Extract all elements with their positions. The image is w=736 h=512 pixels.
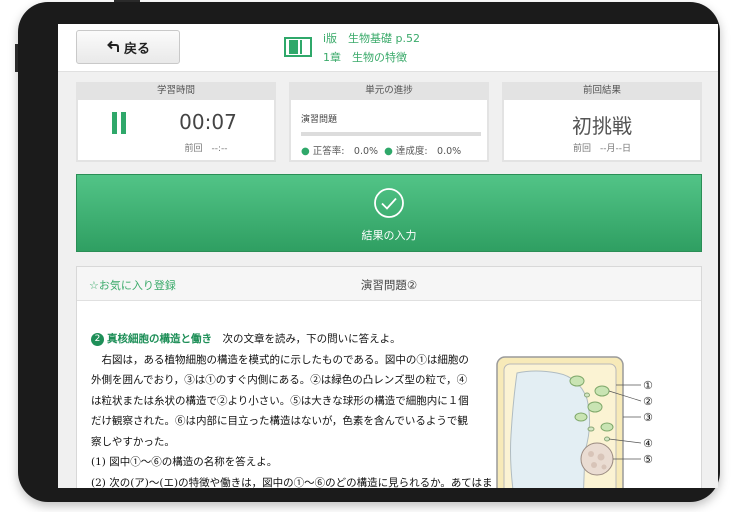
figure-label: ③ (643, 411, 653, 424)
problem-heading-line: 2 真核細胞の構造と働き 次の文章を読み，下の問いに答えよ。 (91, 329, 491, 350)
book-edition-page: ⅰ版 生物基礎 p.52 (323, 32, 421, 45)
app-screen: 戻る ⅰ版 生物基礎 p.52 1章 生物の特徴 学習時間 00:07 前回 -… (58, 24, 718, 488)
book-chapter: 1章 生物の特徴 (323, 51, 407, 64)
bullet-dot-icon: ● (384, 146, 393, 157)
figure-label: ① (643, 379, 653, 392)
pause-icon[interactable] (112, 112, 126, 134)
check-circle-icon (374, 188, 404, 218)
problem-line: は粒状または糸状の構造で②より小さい。⑤は大きな球形の構造で細胞内に１個 (91, 394, 469, 407)
book-info[interactable]: ⅰ版 生物基礎 p.52 1章 生物の特徴 (323, 29, 420, 67)
problem-number-badge: 2 (91, 333, 104, 346)
power-button (114, 0, 140, 2)
problem-text: 2 真核細胞の構造と働き 次の文章を読み，下の問いに答えよ。 右図は，ある植物細胞… (91, 329, 493, 489)
enter-result-button[interactable]: 結果の入力 (76, 174, 702, 252)
problem-title: 演習問題② (360, 278, 418, 292)
progress-stats: ● 正答率: 0.0% ● 達成度: 0.0% (301, 143, 461, 157)
back-button[interactable]: 戻る (76, 30, 180, 64)
problem-line: 察しやすかった。 (91, 435, 175, 448)
stats-row: 学習時間 00:07 前回 --:-- 単元の進捗 演習問題 ● 正答率: 0.0… (76, 82, 702, 162)
figure-label: ⑤ (643, 453, 653, 466)
header-bar: 戻る ⅰ版 生物基礎 p.52 1章 生物の特徴 (58, 24, 718, 72)
completion-rate: 達成度: 0.0% (395, 146, 462, 157)
problem-line: 右図は，ある植物細胞の構造を模式的に示したものである。図中の①は細胞の (91, 353, 469, 366)
figure-label: ② (643, 395, 653, 408)
problem-line: 外側を囲んでおり，③は①のすぐ内側にある。②は緑色の凸レンズ型の粒で，④ (91, 374, 468, 386)
bullet-dot-icon: ● (301, 146, 310, 157)
unit-progress-card: 単元の進捗 演習問題 ● 正答率: 0.0% ● 達成度: 0.0% (289, 82, 489, 162)
study-time-card: 学習時間 00:07 前回 --:-- (76, 82, 276, 162)
last-result-value: 初挑戦 (572, 114, 632, 138)
accuracy-rate: 正答率: 0.0% (312, 146, 379, 157)
last-result-card: 前回結果 初挑戦 前回 --月--日 (502, 82, 702, 162)
problem-question-2: (2) 次の(ア)～(エ)の特徴や働きは，図中の①～⑥のどの構造に見られるか。あ… (91, 476, 493, 489)
study-time-title: 学習時間 (156, 85, 195, 96)
last-result-previous: 前回 --月--日 (573, 144, 631, 154)
problem-panel: ☆お気に入り登録 演習問題② 2 真核細胞の構造と働き 次の文章を読み，下の問いに… (76, 266, 702, 488)
problem-panel-header: ☆お気に入り登録 演習問題② (77, 267, 701, 301)
figure-label: ④ (643, 437, 653, 450)
progress-label: 演習問題 (301, 115, 338, 125)
unit-progress-title: 単元の進捗 (365, 85, 413, 96)
back-label: 戻る (123, 41, 150, 57)
enter-result-label: 結果の入力 (361, 229, 417, 242)
study-time-value: 00:07 (179, 110, 237, 134)
problem-heading: 真核細胞の構造と働き (107, 333, 212, 345)
progress-bar (301, 132, 481, 136)
problem-question-1: (1) 図中①～⑥の構造の名称を答えよ。 (91, 456, 278, 468)
back-arrow-icon (107, 40, 119, 52)
tablet-frame: 戻る ⅰ版 生物基礎 p.52 1章 生物の特徴 学習時間 00:07 前回 -… (15, 0, 720, 502)
plant-cell-diagram: ① ② ③ ④ ⑤ (496, 356, 653, 488)
last-result-title: 前回結果 (582, 85, 621, 96)
problem-line: だけ観察された。⑥は内部に目立った構造はないが，色素を含んでいるようで観 (91, 415, 468, 427)
study-time-previous: 前回 --:-- (184, 144, 228, 154)
book-icon[interactable] (284, 36, 312, 58)
problem-instruction: 次の文章を読み，下の問いに答えよ。 (222, 333, 401, 345)
volume-button (15, 44, 18, 72)
